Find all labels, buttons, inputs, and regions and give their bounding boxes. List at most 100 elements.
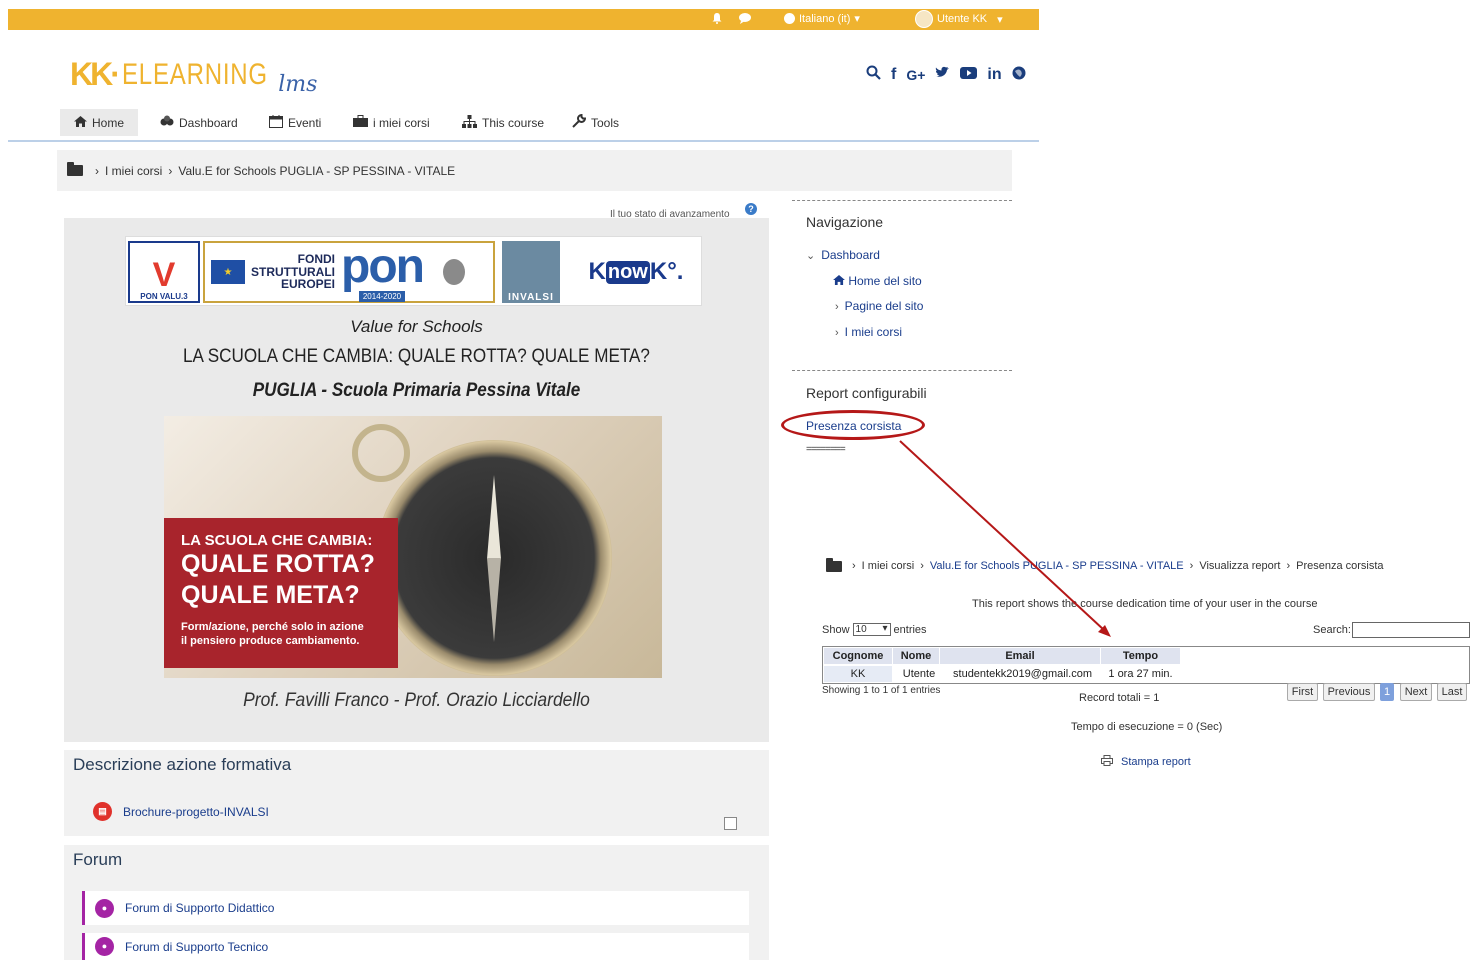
sidebar-dashboard[interactable]: ⌄ Dashboard xyxy=(806,248,880,262)
entries-control: Show 10 entries xyxy=(822,623,927,636)
resource-brochure[interactable]: ▤ Brochure-progetto-INVALSI xyxy=(93,802,269,821)
chevron-right-icon: › xyxy=(168,163,173,178)
column-header[interactable]: Tempo xyxy=(1101,648,1180,664)
breadcrumb: › I miei corsi › Valu.E for Schools PUGL… xyxy=(57,150,1012,191)
twitter-icon[interactable] xyxy=(935,66,950,83)
nav-my-courses[interactable]: i miei corsi xyxy=(353,109,430,136)
globe-icon[interactable] xyxy=(1012,66,1026,84)
linkedin-icon[interactable]: in xyxy=(987,66,1001,83)
nav-this-course[interactable]: This course xyxy=(462,109,544,136)
main-nav: Home Dashboard Eventi i miei corsi This … xyxy=(8,102,1039,142)
user-name: Utente KK xyxy=(937,13,988,25)
home-icon xyxy=(74,115,87,130)
briefcase-icon xyxy=(353,115,368,130)
course-authors: Prof. Favilli Franco - Prof. Orazio Licc… xyxy=(243,690,590,711)
chevron-right-icon: › xyxy=(835,301,839,313)
column-header[interactable]: Nome xyxy=(893,648,939,664)
print-report-link[interactable]: Stampa report xyxy=(1101,755,1191,769)
chevron-down-icon: ▾ xyxy=(997,13,1003,26)
report-crumb-view[interactable]: Visualizza report xyxy=(1199,560,1280,572)
table-cell: KK xyxy=(824,666,892,682)
annotation-oval xyxy=(781,410,925,440)
report-crumb-current: Presenza corsista xyxy=(1296,560,1384,572)
social-icons: f G+ in xyxy=(866,65,1026,84)
valu-logo: V PON VALU.3 xyxy=(128,241,200,303)
pdf-icon: ▤ xyxy=(93,802,112,821)
emblem-icon xyxy=(442,259,465,285)
nav-home[interactable]: Home xyxy=(60,109,139,136)
nav-eventi[interactable]: Eventi xyxy=(269,109,321,136)
table-cell: studentekk2019@gmail.com xyxy=(953,668,1092,680)
invalsi-logo: INVALSI xyxy=(502,241,560,303)
record-total: Record totali = 1 xyxy=(1079,692,1160,704)
sitemap-icon xyxy=(462,114,477,131)
partner-banner: V PON VALU.3 ★ FONDI STRUTTURALI EUROPEI… xyxy=(125,236,702,306)
nav-block-title: Navigazione xyxy=(806,214,884,230)
divider xyxy=(792,370,1012,371)
sidebar-courses[interactable]: › I miei corsi xyxy=(835,325,902,339)
language-label: Italiano (it) xyxy=(799,12,851,25)
chevron-down-icon: ▾ xyxy=(854,13,860,25)
notification-bell-icon[interactable] xyxy=(711,12,723,24)
hero-caption: LA SCUOLA CHE CAMBIA: QUALE ROTTA? QUALE… xyxy=(164,518,398,668)
entries-select[interactable]: 10 xyxy=(852,623,891,636)
section-title: Forum xyxy=(73,850,123,869)
help-icon[interactable]: ? xyxy=(745,203,757,215)
calendar-icon xyxy=(269,114,283,131)
knowk-logo: Know K°. xyxy=(588,258,684,285)
pagination-page-1[interactable]: 1 xyxy=(1380,683,1394,701)
table-cell: Utente xyxy=(902,668,936,680)
column-header[interactable]: Cognome xyxy=(824,648,892,664)
facebook-icon[interactable]: f xyxy=(891,66,896,83)
top-bar: Italiano (it) ▾ Utente KK ▾ xyxy=(8,9,1039,30)
eu-flag-icon: ★ xyxy=(211,260,245,284)
user-menu[interactable]: Utente KK ▾ xyxy=(915,10,1003,28)
breadcrumb-course[interactable]: Valu.E for Schools PUGLIA - SP PESSINA -… xyxy=(178,164,455,178)
printer-icon xyxy=(1101,755,1113,769)
chevron-right-icon: › xyxy=(95,163,99,178)
search-label: Search: xyxy=(1313,624,1351,636)
course-title: LA SCUOLA CHE CAMBIA: QUALE ROTTA? QUALE… xyxy=(183,346,650,367)
site-logo[interactable]: KK· ELEARNING lms xyxy=(70,46,317,96)
pagination-previous[interactable]: Previous xyxy=(1323,683,1375,701)
google-plus-icon[interactable]: G+ xyxy=(906,68,925,82)
language-menu[interactable]: Italiano (it) ▾ xyxy=(784,12,860,25)
pagination-next[interactable]: Next xyxy=(1400,683,1432,701)
globe-icon xyxy=(784,13,795,24)
course-subtitle: Value for Schools xyxy=(350,317,483,336)
youtube-icon[interactable] xyxy=(960,66,978,83)
logo-kk: KK· xyxy=(70,56,121,92)
sidebar-pages[interactable]: › Pagine del sito xyxy=(835,299,923,313)
breadcrumb-my-courses[interactable]: I miei corsi xyxy=(105,164,162,178)
section-descrizione: Descrizione azione formativa xyxy=(64,750,769,836)
pon-logo: ★ FONDI STRUTTURALI EUROPEI pon 2014-202… xyxy=(203,241,495,303)
report-crumb-courses[interactable]: I miei corsi xyxy=(862,560,915,572)
execution-time: Tempo di esecuzione = 0 (Sec) xyxy=(1071,721,1223,733)
report-breadcrumb: › I miei corsi › Valu.E for Schools PUGL… xyxy=(826,557,1384,572)
pagination-first[interactable]: First xyxy=(1287,683,1318,701)
forum-didattico[interactable]: ● Forum di Supporto Didattico xyxy=(82,891,749,925)
nav-tools[interactable]: Tools xyxy=(572,109,619,136)
separator-text: ======== xyxy=(806,444,846,455)
resource-label: Brochure-progetto-INVALSI xyxy=(123,804,269,819)
avatar xyxy=(915,10,933,28)
divider xyxy=(792,200,1012,201)
report-crumb-course[interactable]: Valu.E for Schools PUGLIA - SP PESSINA -… xyxy=(930,560,1184,572)
search-icon[interactable] xyxy=(866,65,881,84)
wrench-icon xyxy=(572,113,587,131)
pagination-last[interactable]: Last xyxy=(1437,683,1467,701)
column-header[interactable]: Email xyxy=(940,648,1100,664)
hero-image: LA SCUOLA CHE CAMBIA: QUALE ROTTA? QUALE… xyxy=(164,416,662,678)
compass-image xyxy=(376,440,612,676)
nav-dashboard[interactable]: Dashboard xyxy=(160,109,238,136)
search-input[interactable] xyxy=(1352,622,1470,638)
table-cell: 1 ora 27 min. xyxy=(1108,668,1173,680)
dashboard-icon xyxy=(160,115,174,130)
messages-icon[interactable] xyxy=(738,12,752,24)
logo-lms: lms xyxy=(278,72,318,97)
sidebar-home[interactable]: Home del sito xyxy=(833,274,922,288)
report-block-title: Report configurabili xyxy=(806,385,927,401)
forum-tecnico[interactable]: ● Forum di Supporto Tecnico xyxy=(82,933,749,960)
completion-checkbox[interactable] xyxy=(724,817,737,830)
forum-icon: ● xyxy=(95,898,114,918)
